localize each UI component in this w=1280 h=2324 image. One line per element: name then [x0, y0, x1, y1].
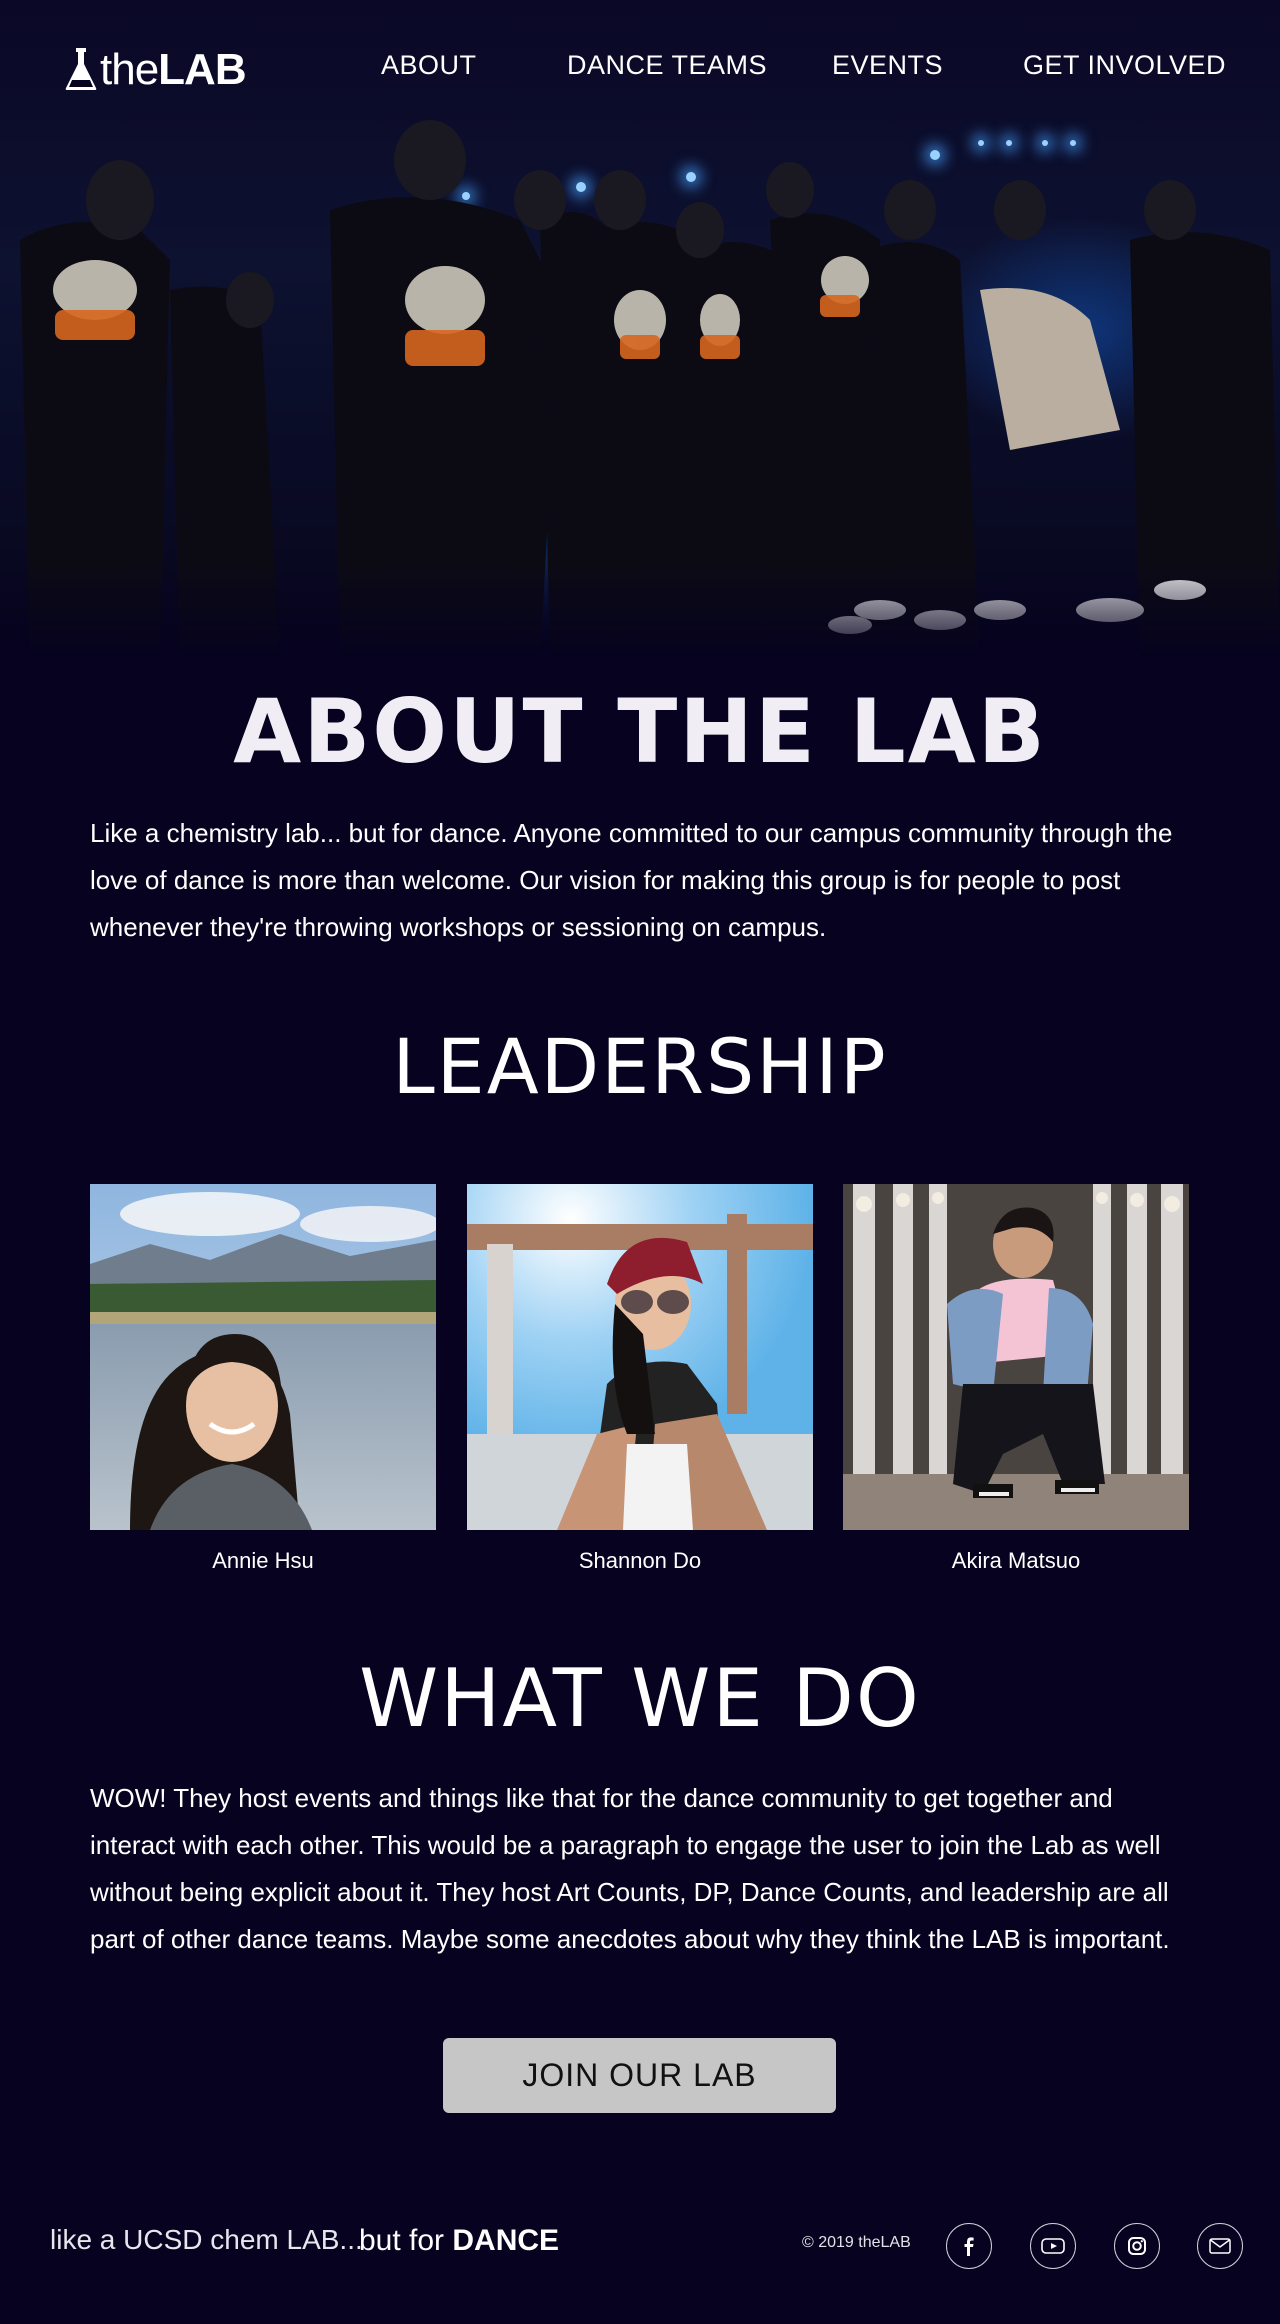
leader-card: Shannon Do: [467, 1184, 813, 1574]
footer-tagline-right: but for DANCE: [359, 2224, 560, 2257]
what-we-do-title: WHAT WE DO: [359, 1652, 921, 1745]
nav-link-get-involved[interactable]: GET INVOLVED: [1023, 50, 1226, 81]
hero-image: [0, 0, 1280, 660]
about-title: ABOUT THE LAB: [233, 680, 1047, 783]
leader-name: Annie Hsu: [212, 1548, 314, 1573]
instagram-link[interactable]: [1114, 2223, 1160, 2269]
leader-photo: [90, 1184, 436, 1530]
leader-card: Annie Hsu: [90, 1184, 436, 1574]
nav-link-about[interactable]: ABOUT: [381, 50, 477, 81]
about-text: Like a chemistry lab... but for dance. A…: [90, 818, 1173, 942]
leader-name: Akira Matsuo: [951, 1548, 1081, 1573]
leadership-title: LEADERSHIP: [392, 1022, 888, 1111]
leader-photo: [467, 1184, 813, 1530]
mail-icon: [1209, 2238, 1231, 2254]
copyright: © 2019 theLAB: [802, 2234, 911, 2251]
facebook-icon: [964, 2237, 974, 2256]
nav-link-dance-teams[interactable]: DANCE TEAMS: [567, 50, 767, 81]
mail-link[interactable]: [1197, 2223, 1243, 2269]
what-we-do-text: WOW! They host events and things like th…: [90, 1783, 1170, 1954]
join-our-lab-button[interactable]: JOIN OUR LAB: [443, 2038, 836, 2113]
main-nav: ABOUT DANCE TEAMS EVENTS GET INVOLVED: [0, 50, 1280, 84]
youtube-icon: [1041, 2238, 1065, 2254]
leader-card: Akira Matsuo: [843, 1184, 1189, 1574]
leader-name: Shannon Do: [578, 1548, 702, 1573]
leader-photo: [843, 1184, 1189, 1530]
youtube-link[interactable]: [1030, 2223, 1076, 2269]
nav-link-events[interactable]: EVENTS: [832, 50, 943, 81]
facebook-link[interactable]: [946, 2223, 992, 2269]
footer-tagline-left: like a UCSD chem LAB...: [50, 2224, 363, 2255]
instagram-icon: [1128, 2237, 1146, 2255]
